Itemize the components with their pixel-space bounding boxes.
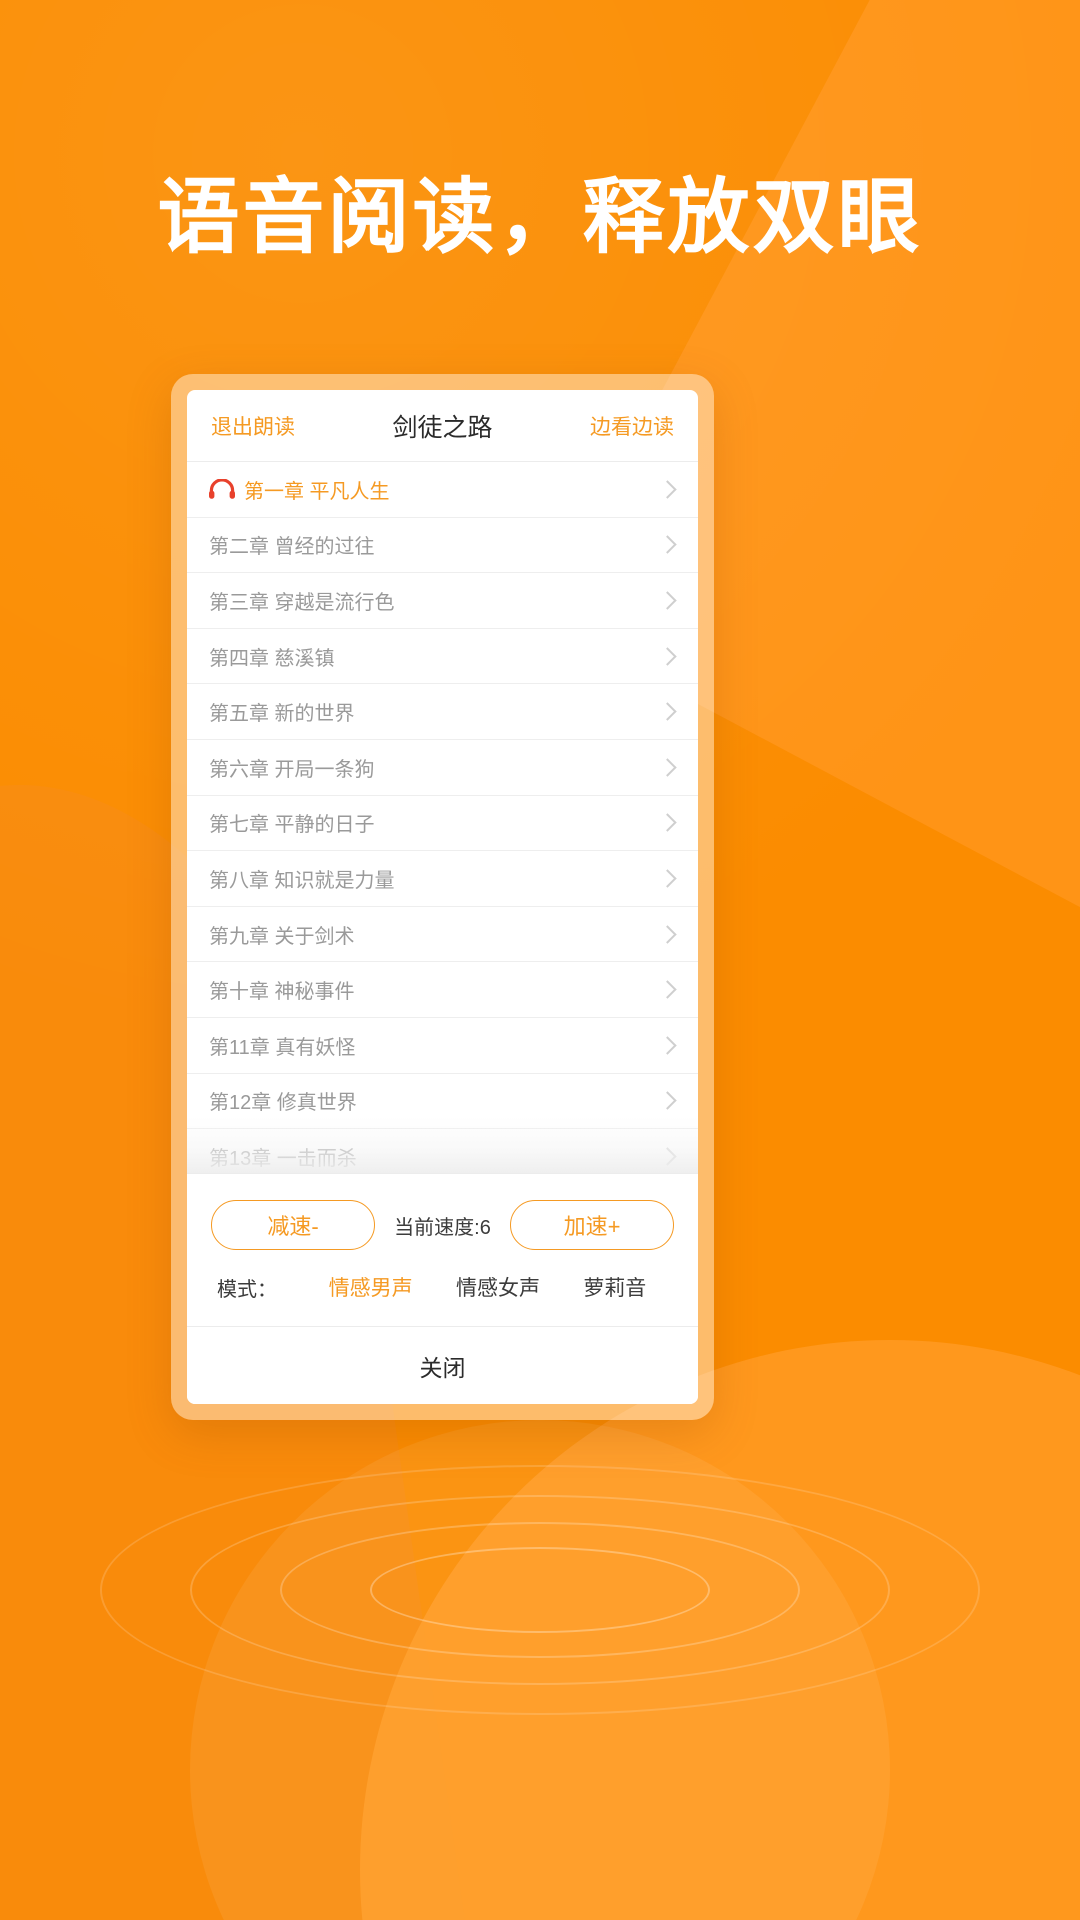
chapter-row[interactable]: 第十章 神秘事件 [187,962,698,1018]
chevron-right-icon [658,1147,677,1166]
voice-mode-option-male[interactable]: 情感男声 [307,1272,434,1302]
chapter-label: 第一章 平凡人生 [244,480,390,503]
chapter-row[interactable]: 第12章 修真世界 [187,1074,698,1130]
voice-mode-row: 模式： 情感男声 情感女声 萝莉音 [211,1272,674,1326]
chevron-right-icon [658,1091,677,1111]
close-button[interactable]: 关闭 [420,1349,466,1383]
chapter-row[interactable]: 第四章 慈溪镇 [187,629,698,685]
chevron-right-icon [658,813,677,833]
follow-reading-button[interactable]: 边看边读 [590,411,674,441]
chapter-row[interactable]: 第一章 平凡人生 [187,462,698,518]
chapter-label: 第六章 开局一条狗 [209,758,375,781]
chevron-right-icon [658,1036,677,1055]
chevron-right-icon [658,980,677,999]
chapter-label: 第七章 平静的日子 [209,814,375,837]
current-speed-readout: 当前速度:6 [394,1216,491,1239]
chevron-right-icon [658,924,677,944]
chapter-row[interactable]: 第五章 新的世界 [187,684,698,740]
voice-mode-option-female[interactable]: 情感女声 [434,1272,561,1302]
chevron-right-icon [658,758,677,777]
hero-headline: 语音阅读，释放双眼 [157,172,923,263]
close-row[interactable]: 关闭 [187,1326,698,1404]
chevron-right-icon [658,702,677,721]
chapter-row[interactable]: 第11章 真有妖怪 [187,1018,698,1074]
chapter-row[interactable]: 第二章 曾经的过往 [187,518,698,574]
chapter-row[interactable]: 第六章 开局一条狗 [187,740,698,796]
chevron-right-icon [658,480,677,499]
chapter-label: 第十章 神秘事件 [209,981,355,1004]
chapter-label: 第八章 知识就是力量 [209,869,395,892]
chapter-row[interactable]: 第八章 知识就是力量 [187,851,698,907]
slow-down-button[interactable]: 减速- [211,1200,375,1250]
chevron-right-icon [658,591,677,610]
reader-panel: 退出朗读 剑徒之路 边看边读 第一章 平凡人生 第二章 曾经的过往 第三章 穿越… [187,390,698,1404]
headphone-icon [209,479,235,500]
exit-reading-button[interactable]: 退出朗读 [211,411,295,441]
chapter-row[interactable]: 第七章 平静的日子 [187,796,698,852]
chapter-label: 第11章 真有妖怪 [209,1036,356,1059]
voice-mode-label: 模式： [217,1278,277,1301]
chapter-label: 第13章 一击而杀 [209,1147,357,1170]
chapter-row[interactable]: 第三章 穿越是流行色 [187,573,698,629]
chapter-label: 第四章 慈溪镇 [209,647,335,670]
playback-controls: 减速- 当前速度:6 加速+ 模式： 情感男声 情感女声 萝莉音 关闭 [187,1173,698,1404]
chapter-row[interactable]: 第九章 关于剑术 [187,907,698,963]
chapter-list[interactable]: 第一章 平凡人生 第二章 曾经的过往 第三章 穿越是流行色 第四章 慈溪镇 第五… [187,462,698,1173]
ripple-decoration [90,1400,990,1780]
phone-card-frame: 退出朗读 剑徒之路 边看边读 第一章 平凡人生 第二章 曾经的过往 第三章 穿越… [171,374,714,1420]
chapter-label: 第三章 穿越是流行色 [209,591,395,614]
chevron-right-icon [658,869,677,888]
chevron-right-icon [658,646,677,666]
chapter-label: 第五章 新的世界 [209,703,355,726]
speed-row: 减速- 当前速度:6 加速+ [211,1200,674,1250]
chevron-right-icon [658,535,677,555]
chapter-row[interactable]: 第13章 一击而杀 [187,1129,698,1173]
reader-header: 退出朗读 剑徒之路 边看边读 [187,390,698,462]
voice-mode-option-loli[interactable]: 萝莉音 [562,1272,668,1302]
book-title: 剑徒之路 [392,413,493,442]
chapter-label: 第12章 修真世界 [209,1092,357,1115]
speed-up-button[interactable]: 加速+ [510,1200,674,1250]
chapter-label: 第九章 关于剑术 [209,925,355,948]
chapter-label: 第二章 曾经的过往 [209,536,375,559]
ripple-ring-4 [370,1547,710,1633]
